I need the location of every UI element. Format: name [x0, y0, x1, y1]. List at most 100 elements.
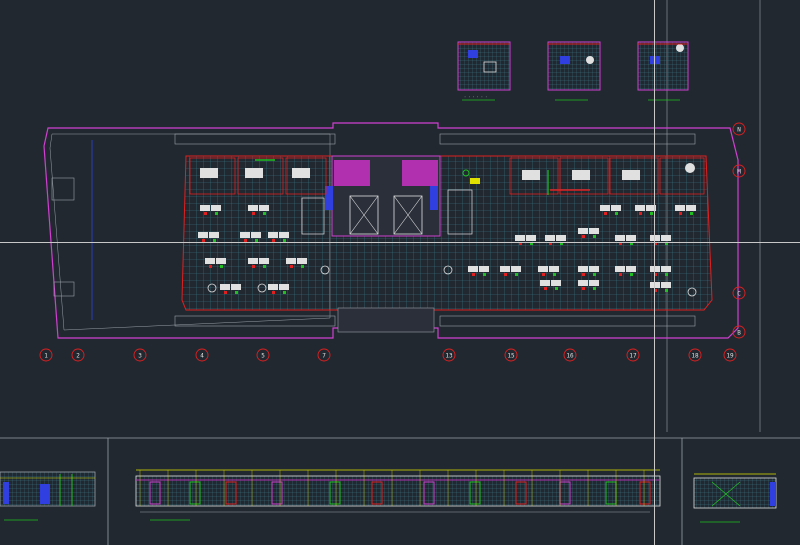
- chair: [515, 273, 518, 276]
- desk: [500, 266, 510, 272]
- chair: [665, 289, 668, 292]
- desk: [297, 258, 307, 264]
- desk: [549, 266, 559, 272]
- desk: [615, 235, 625, 241]
- elevation-left[interactable]: [0, 471, 96, 521]
- desk: [615, 266, 625, 272]
- desk: [650, 266, 660, 272]
- desk: [209, 232, 219, 238]
- cad-model-space[interactable]: · · · · · · 1 2 3 4 5 7 13 15 16 17 18 1…: [0, 0, 800, 545]
- facade-strip: [439, 133, 696, 145]
- main-floor-plan[interactable]: [43, 122, 739, 339]
- thumbnail-plan-1[interactable]: · · · · · ·: [457, 41, 511, 101]
- grid-bubble: M: [732, 164, 746, 178]
- grid-bubble: 4: [195, 348, 209, 362]
- desk: [661, 266, 671, 272]
- desk: [515, 235, 525, 241]
- desk: [240, 232, 250, 238]
- chair: [483, 273, 486, 276]
- desk: [600, 205, 610, 211]
- desk: [650, 282, 660, 288]
- desk: [231, 284, 241, 290]
- chair: [235, 291, 238, 294]
- grid-bubble-label: M: [737, 169, 741, 176]
- grid-bubble: 17: [626, 348, 640, 362]
- chair: [593, 287, 596, 290]
- desk: [551, 280, 561, 286]
- chair: [650, 212, 653, 215]
- desk: [578, 280, 588, 286]
- desk: [268, 232, 278, 238]
- grid-bubble-label: 19: [726, 353, 734, 360]
- chair: [504, 273, 507, 276]
- desk: [538, 266, 548, 272]
- grid-bubble-label: 16: [566, 353, 574, 360]
- grid-bubble: 2: [71, 348, 85, 362]
- facade-strip: [174, 315, 336, 327]
- grid-bubble-label: 4: [200, 353, 204, 360]
- grid-bubble: 7: [317, 348, 331, 362]
- desk: [511, 266, 521, 272]
- facade-strip: [439, 315, 696, 327]
- grid-bubble: 5: [256, 348, 270, 362]
- desk: [268, 284, 278, 290]
- chair: [263, 212, 266, 215]
- desk: [635, 205, 645, 211]
- desk: [279, 284, 289, 290]
- desk: [286, 258, 296, 264]
- desk: [545, 235, 555, 241]
- grid-bubble: 13: [442, 348, 456, 362]
- desk: [279, 232, 289, 238]
- chair: [582, 287, 585, 290]
- desk: [205, 258, 215, 264]
- desk: [578, 228, 588, 234]
- elevation-right[interactable]: [693, 473, 777, 523]
- grid-bubble-label: 18: [691, 353, 699, 360]
- desk: [248, 258, 258, 264]
- desk: [589, 280, 599, 286]
- thumbnail-plan-2[interactable]: [547, 41, 601, 101]
- desk: [251, 232, 261, 238]
- elevation-main[interactable]: [135, 469, 661, 521]
- cad-drawing-canvas[interactable]: · · · · · · 1 2 3 4 5 7 13 15 16 17 18 1…: [0, 0, 800, 545]
- desk: [216, 258, 226, 264]
- desk: [540, 280, 550, 286]
- highlight-marker: [470, 178, 480, 184]
- chair: [283, 291, 286, 294]
- grid-bubble-label: 3: [138, 353, 142, 360]
- chair: [301, 265, 304, 268]
- grid-bubble-label: N: [737, 127, 741, 134]
- grid-bubble: 1: [39, 348, 53, 362]
- chair: [220, 265, 223, 268]
- chair: [544, 287, 547, 290]
- chair: [204, 212, 207, 215]
- grid-bubble-label: C: [737, 291, 741, 298]
- chair: [593, 235, 596, 238]
- desk: [556, 235, 566, 241]
- grid-bubble-label: 7: [322, 353, 326, 360]
- grid-bubble-label: 2: [76, 353, 80, 360]
- grid-bubble: N: [732, 122, 746, 136]
- desk: [675, 205, 685, 211]
- desk: [211, 205, 221, 211]
- desk: [200, 205, 210, 211]
- grid-bubble: 3: [133, 348, 147, 362]
- grid-bubble: 16: [563, 348, 577, 362]
- stair-right: [402, 160, 438, 186]
- desk: [198, 232, 208, 238]
- desk: [479, 266, 489, 272]
- grid-bubble: C: [732, 286, 746, 300]
- desk: [578, 266, 588, 272]
- grid-bubble: 19: [723, 348, 737, 362]
- chair: [582, 235, 585, 238]
- chair: [272, 291, 275, 294]
- chair: [615, 212, 618, 215]
- desk: [650, 235, 660, 241]
- chair: [553, 273, 556, 276]
- chair: [252, 265, 255, 268]
- grid-bubble-label: 5: [261, 353, 265, 360]
- thumbnail-plan-3[interactable]: [637, 41, 689, 101]
- desk: [589, 228, 599, 234]
- chair: [690, 212, 693, 215]
- desk: [589, 266, 599, 272]
